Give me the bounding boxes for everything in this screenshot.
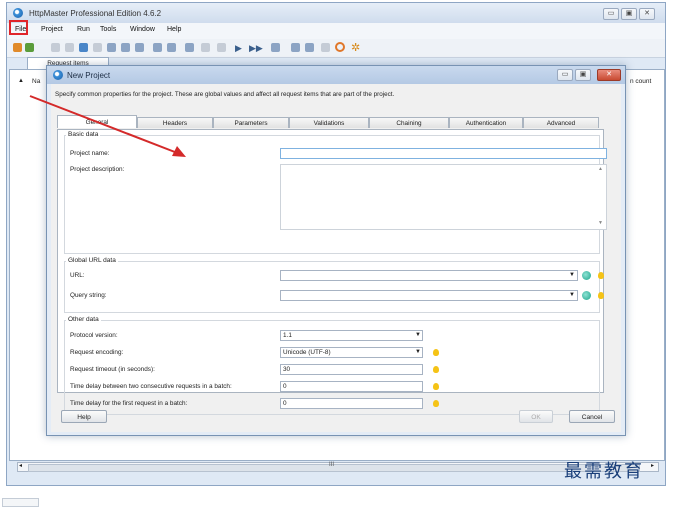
status-box bbox=[2, 498, 39, 507]
arrow-shaft bbox=[29, 95, 181, 155]
annotation-arrow bbox=[29, 95, 186, 157]
watermark: 最需教育 bbox=[564, 461, 644, 482]
